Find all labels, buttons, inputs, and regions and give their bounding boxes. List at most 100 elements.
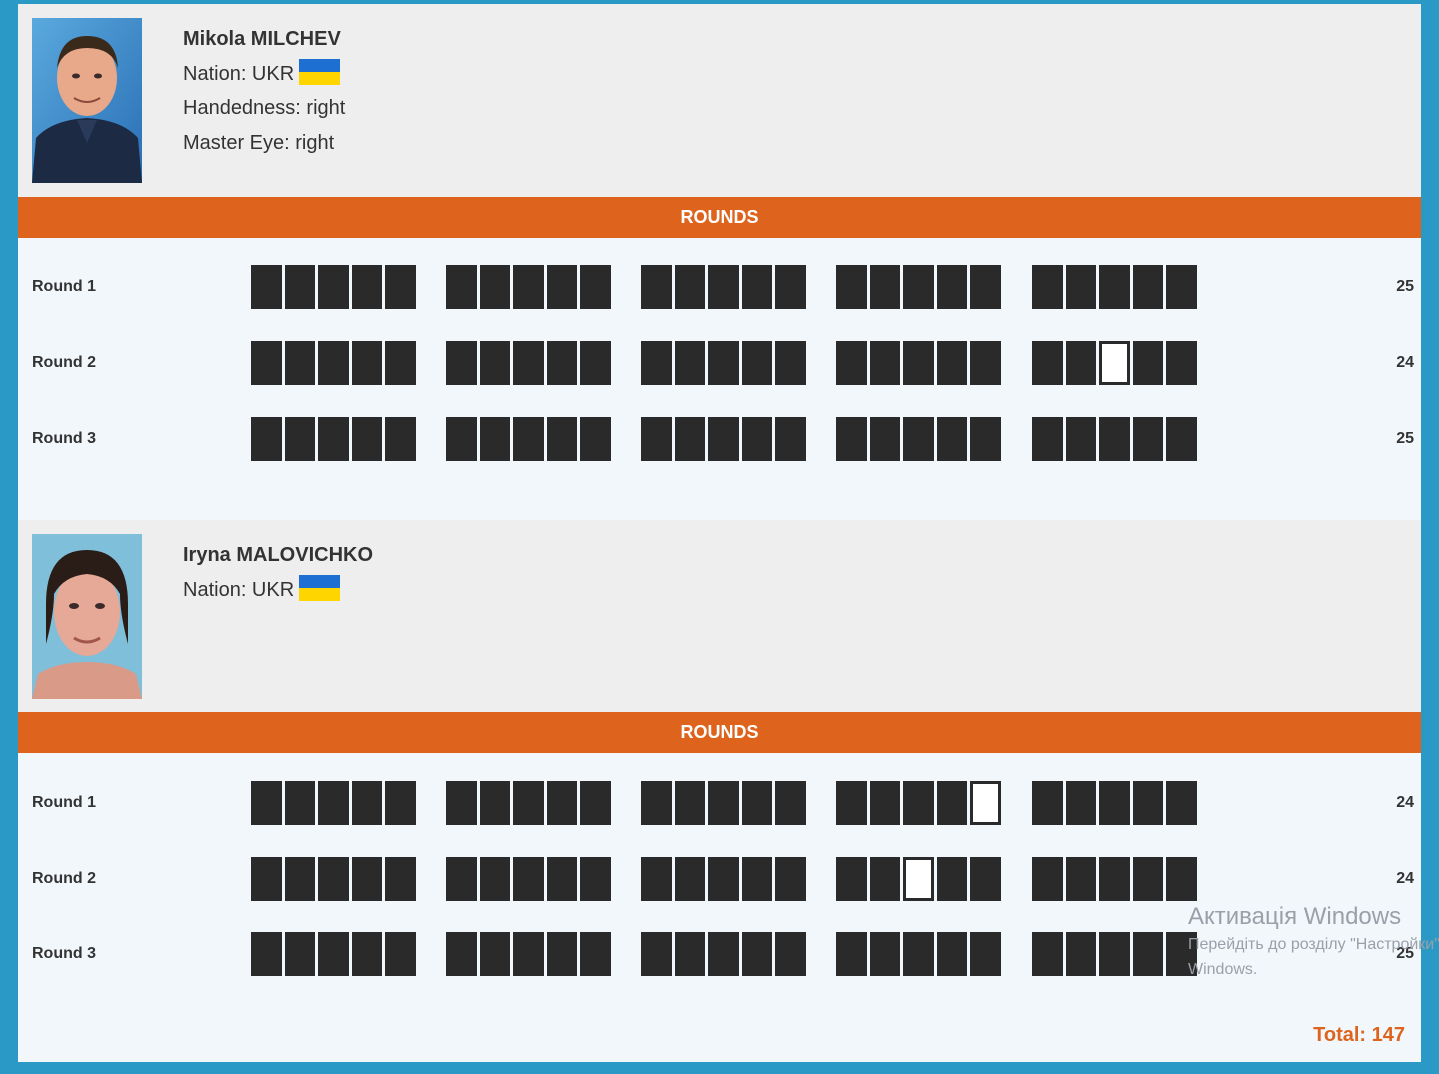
shot-hit (546, 341, 577, 385)
shot-hit (580, 781, 611, 825)
shot-hit (251, 781, 282, 825)
watermark-line: Перейдіть до розділу "Настройки" (1188, 936, 1439, 953)
shot-hit (641, 781, 672, 825)
shot-series (1032, 265, 1197, 309)
shot-hit (1065, 932, 1096, 976)
shot-hit (641, 857, 672, 901)
shot-series (251, 265, 416, 309)
shot-hit (869, 857, 900, 901)
shot-series (446, 781, 611, 825)
athlete-header-malovichko: Iryna MALOVICHKO Nation: UKR (18, 520, 1421, 712)
shot-hit (708, 857, 739, 901)
rounds-header: ROUNDS (18, 712, 1421, 753)
shot-hit (351, 341, 382, 385)
shot-hit (708, 781, 739, 825)
shot-series (836, 857, 1001, 901)
shot-series (641, 857, 806, 901)
round-label: Round 2 (32, 354, 96, 371)
athlete-info-milchev: Mikola MILCHEV Nation: UKR Handedness: r… (183, 22, 345, 160)
shot-series (641, 265, 806, 309)
shot-hit (385, 341, 416, 385)
shot-hit (284, 341, 315, 385)
shot-series (641, 781, 806, 825)
round-row: Round 3 25 (18, 417, 1421, 461)
shot-hit (836, 265, 867, 309)
shot-hit (641, 265, 672, 309)
shot-hit (674, 265, 705, 309)
athlete-photo-malovichko (32, 534, 142, 699)
shot-hit (836, 857, 867, 901)
shot-hit (936, 932, 967, 976)
round-row: Round 1 24 (18, 781, 1421, 825)
round-score: 25 (1396, 278, 1414, 295)
shot-hit (708, 417, 739, 461)
shot-series (641, 417, 806, 461)
shot-hit (385, 857, 416, 901)
ukraine-flag-icon (299, 574, 341, 601)
windows-activation-watermark: Активація Windows Перейдіть до розділу "… (1188, 902, 1439, 982)
round-row: Round 1 25 (18, 265, 1421, 309)
round-label: Round 3 (32, 430, 96, 447)
shot-series (836, 781, 1001, 825)
shot-hit (446, 341, 477, 385)
shot-hit (836, 417, 867, 461)
round-label: Round 2 (32, 870, 96, 887)
shot-hit (446, 932, 477, 976)
shot-hit (1065, 265, 1096, 309)
shot-hit (903, 417, 934, 461)
shot-hit (641, 341, 672, 385)
shot-hit (513, 341, 544, 385)
shot-hit (580, 341, 611, 385)
shot-hit (580, 932, 611, 976)
shot-hit (318, 417, 349, 461)
shot-hit (1099, 857, 1130, 901)
shot-hit (513, 932, 544, 976)
ukraine-flag-icon (299, 58, 341, 85)
athlete-info-malovichko: Iryna MALOVICHKO Nation: UKR (183, 538, 373, 607)
athlete-handedness: Handedness: right (183, 97, 346, 119)
shot-hit (869, 932, 900, 976)
shot-hit (970, 417, 1001, 461)
shot-hit (513, 265, 544, 309)
shot-series (446, 932, 611, 976)
shot-hit (674, 857, 705, 901)
shot-hit (251, 265, 282, 309)
athlete-nation: Nation: UKR (183, 57, 345, 92)
shot-hit (741, 265, 772, 309)
shot-hit (580, 265, 611, 309)
shot-hit (775, 857, 806, 901)
shot-hit (970, 857, 1001, 901)
shot-series (1032, 417, 1197, 461)
shot-hit (1032, 417, 1063, 461)
shot-hit (1032, 341, 1063, 385)
shot-miss (1099, 341, 1130, 385)
shot-hit (741, 781, 772, 825)
shot-hit (1099, 781, 1130, 825)
shot-hit (251, 857, 282, 901)
shot-hit (741, 341, 772, 385)
shot-hit (1032, 265, 1063, 309)
shot-hit (318, 341, 349, 385)
athlete-photo-milchev (32, 18, 142, 183)
shot-hit (580, 857, 611, 901)
shot-hit (775, 932, 806, 976)
shot-hit (708, 341, 739, 385)
shot-hit (284, 857, 315, 901)
shot-hit (1099, 932, 1130, 976)
shot-series (641, 341, 806, 385)
shot-hit (251, 417, 282, 461)
shot-hit (318, 932, 349, 976)
shot-hit (674, 417, 705, 461)
shot-hit (1065, 781, 1096, 825)
shot-hit (479, 417, 510, 461)
shot-hit (284, 265, 315, 309)
shot-hit (446, 857, 477, 901)
round-score: 24 (1396, 354, 1414, 371)
shot-hit (775, 417, 806, 461)
shot-hit (446, 781, 477, 825)
athlete-name: Iryna MALOVICHKO (183, 544, 374, 566)
shot-hit (674, 932, 705, 976)
shot-hit (936, 417, 967, 461)
shot-hit (1065, 857, 1096, 901)
shot-series (641, 932, 806, 976)
